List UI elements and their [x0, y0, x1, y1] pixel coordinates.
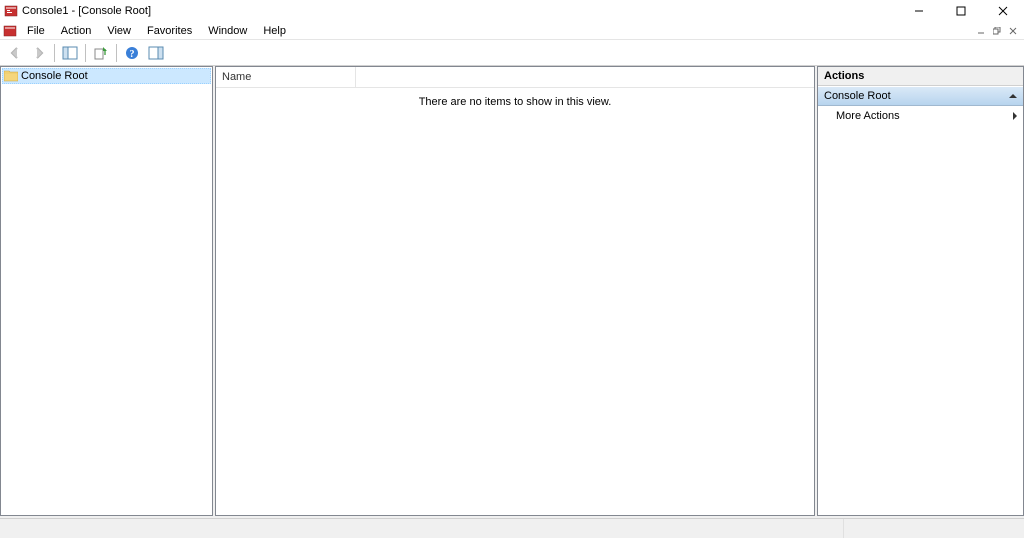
minimize-button[interactable]: [898, 0, 940, 21]
window-controls: [898, 0, 1024, 21]
mdi-controls: [974, 24, 1024, 38]
chevron-right-icon: [1013, 112, 1017, 120]
list-pane[interactable]: Name There are no items to show in this …: [215, 66, 815, 516]
mdi-app-icon: [3, 24, 17, 38]
toolbar-separator: [54, 44, 55, 62]
svg-text:?: ?: [130, 49, 135, 60]
empty-list-message: There are no items to show in this view.: [419, 96, 612, 515]
tree-pane[interactable]: Console Root: [0, 66, 213, 516]
export-list-button[interactable]: [90, 42, 112, 64]
mdi-restore-button[interactable]: [990, 24, 1004, 38]
maximize-button[interactable]: [940, 0, 982, 21]
actions-group-label: Console Root: [824, 90, 891, 102]
actions-item-label: More Actions: [836, 110, 900, 122]
menu-help[interactable]: Help: [255, 23, 294, 39]
menu-window[interactable]: Window: [200, 23, 255, 39]
titlebar: Console1 - [Console Root]: [0, 0, 1024, 22]
window-title: Console1 - [Console Root]: [22, 5, 151, 17]
toolbar-separator: [116, 44, 117, 62]
menu-action[interactable]: Action: [53, 23, 100, 39]
status-segment: [0, 519, 844, 538]
tree-item-console-root[interactable]: Console Root: [2, 68, 211, 84]
toolbar-separator: [85, 44, 86, 62]
menu-view[interactable]: View: [99, 23, 139, 39]
toolbar: ?: [0, 40, 1024, 66]
collapse-up-icon: [1009, 94, 1017, 98]
actions-group-header[interactable]: Console Root: [818, 86, 1023, 106]
actions-more-actions[interactable]: More Actions: [818, 106, 1023, 126]
show-hide-console-tree-button[interactable]: [59, 42, 81, 64]
show-hide-action-pane-button[interactable]: [145, 42, 167, 64]
column-header-blank[interactable]: [356, 67, 814, 87]
content-area: Console Root Name There are no items to …: [0, 66, 1024, 518]
forward-button[interactable]: [28, 42, 50, 64]
statusbar: [0, 518, 1024, 538]
menu-file[interactable]: File: [19, 23, 53, 39]
help-button[interactable]: ?: [121, 42, 143, 64]
tree-item-label: Console Root: [21, 70, 88, 82]
column-header-name[interactable]: Name: [216, 67, 356, 87]
actions-pane: Actions Console Root More Actions: [817, 66, 1024, 516]
back-button[interactable]: [4, 42, 26, 64]
status-segment: [844, 519, 1024, 538]
menu-favorites[interactable]: Favorites: [139, 23, 200, 39]
close-button[interactable]: [982, 0, 1024, 21]
list-header: Name: [216, 67, 814, 88]
menubar: File Action View Favorites Window Help: [0, 22, 1024, 40]
folder-icon: [4, 70, 18, 82]
mdi-minimize-button[interactable]: [974, 24, 988, 38]
list-body: There are no items to show in this view.: [216, 88, 814, 515]
app-icon: [4, 4, 18, 18]
actions-pane-header: Actions: [818, 67, 1023, 86]
mdi-close-button[interactable]: [1006, 24, 1020, 38]
